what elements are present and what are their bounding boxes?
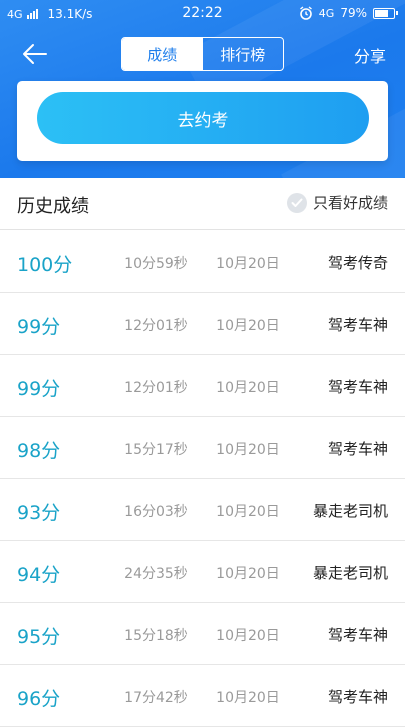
score-title: 驾考车神 bbox=[327, 378, 388, 396]
score-duration: 17分42秒 bbox=[124, 690, 188, 706]
battery-percent: 79% bbox=[340, 6, 367, 20]
score-title: 驾考车神 bbox=[327, 626, 388, 644]
score-duration: 24分35秒 bbox=[124, 566, 188, 582]
score-value: 95分 bbox=[17, 626, 61, 648]
score-title: 驾考车神 bbox=[327, 688, 388, 706]
filter-label: 只看好成绩 bbox=[312, 194, 388, 212]
alarm-icon bbox=[299, 6, 312, 20]
score-title: 驾考车神 bbox=[327, 316, 388, 334]
score-row[interactable]: 95分 15分18秒 10月20日 驾考车神 bbox=[0, 603, 405, 665]
score-value: 96分 bbox=[17, 688, 61, 710]
score-value: 99分 bbox=[17, 378, 61, 400]
book-exam-button[interactable]: 去约考 bbox=[37, 92, 369, 144]
tab-scores[interactable]: 成绩 bbox=[122, 38, 203, 70]
score-title: 驾考传奇 bbox=[327, 254, 388, 272]
score-value: 99分 bbox=[17, 316, 61, 338]
score-title: 驾考车神 bbox=[327, 440, 388, 458]
score-value: 93分 bbox=[17, 502, 61, 524]
score-date: 10月20日 bbox=[216, 380, 280, 396]
score-duration: 15分18秒 bbox=[124, 628, 188, 644]
back-button[interactable] bbox=[20, 40, 50, 68]
score-row[interactable]: 96分 17分42秒 10月20日 驾考车神 bbox=[0, 665, 405, 727]
score-value: 98分 bbox=[17, 440, 61, 462]
score-duration: 16分03秒 bbox=[124, 504, 188, 520]
score-date: 10月20日 bbox=[216, 504, 280, 520]
battery-icon bbox=[373, 7, 398, 19]
score-row[interactable]: 98分 15分17秒 10月20日 驾考车神 bbox=[0, 417, 405, 479]
score-duration: 12分01秒 bbox=[124, 318, 188, 334]
tab-leaderboard[interactable]: 排行榜 bbox=[203, 38, 284, 70]
status-right: 4G 79% bbox=[299, 6, 398, 20]
good-scores-filter[interactable]: 只看好成绩 bbox=[286, 192, 388, 213]
score-row[interactable]: 100分 10分59秒 10月20日 驾考传奇 bbox=[0, 231, 405, 293]
score-duration: 12分01秒 bbox=[124, 380, 188, 396]
score-duration: 10分59秒 bbox=[124, 256, 188, 272]
score-date: 10月20日 bbox=[216, 628, 280, 644]
history-title: 历史成绩 bbox=[17, 196, 89, 217]
score-value: 100分 bbox=[17, 254, 73, 276]
score-duration: 15分17秒 bbox=[124, 442, 188, 458]
network-right-label: 4G bbox=[318, 6, 335, 20]
score-date: 10月20日 bbox=[216, 318, 280, 334]
score-date: 10月20日 bbox=[216, 690, 280, 706]
score-date: 10月20日 bbox=[216, 442, 280, 458]
score-row[interactable]: 93分 16分03秒 10月20日 暴走老司机 bbox=[0, 479, 405, 541]
arrow-left-icon bbox=[23, 44, 47, 64]
exam-card: 去约考 bbox=[17, 81, 388, 161]
score-date: 10月20日 bbox=[216, 256, 280, 272]
header: 4G 13.1K/s 22:22 4G 79% 成绩 排行榜 分享 去约考 bbox=[0, 0, 405, 178]
score-row[interactable]: 99分 12分01秒 10月20日 驾考车神 bbox=[0, 293, 405, 355]
battery-level bbox=[375, 9, 389, 17]
status-bar: 4G 13.1K/s 22:22 4G 79% bbox=[0, 0, 405, 28]
share-button[interactable]: 分享 bbox=[354, 43, 386, 67]
tab-switcher: 成绩 排行榜 bbox=[121, 37, 284, 71]
score-list: 100分 10分59秒 10月20日 驾考传奇 99分 12分01秒 10月20… bbox=[0, 231, 405, 727]
score-value: 94分 bbox=[17, 564, 61, 586]
score-row[interactable]: 94分 24分35秒 10月20日 暴走老司机 bbox=[0, 541, 405, 603]
score-date: 10月20日 bbox=[216, 566, 280, 582]
score-title: 暴走老司机 bbox=[312, 564, 388, 582]
history-header: 历史成绩 只看好成绩 bbox=[0, 178, 405, 230]
top-nav: 成绩 排行榜 分享 bbox=[0, 36, 405, 72]
score-title: 暴走老司机 bbox=[312, 502, 388, 520]
checkmark-icon[interactable] bbox=[286, 192, 307, 213]
score-row[interactable]: 99分 12分01秒 10月20日 驾考车神 bbox=[0, 355, 405, 417]
